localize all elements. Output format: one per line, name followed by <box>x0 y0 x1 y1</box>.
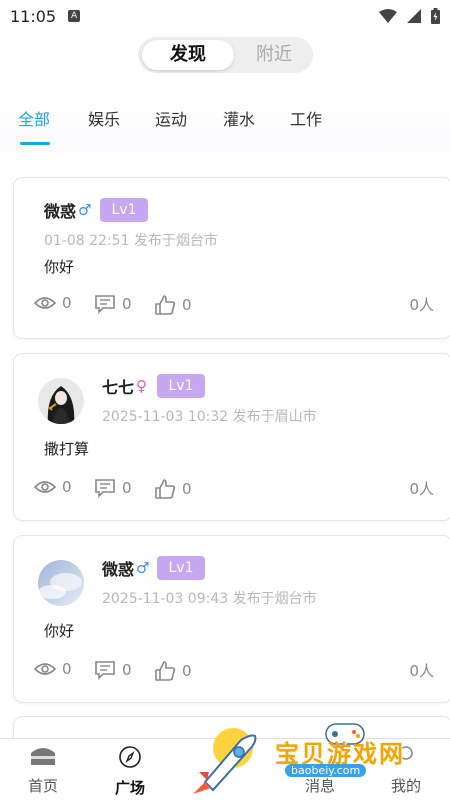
post-stats: 0 0 0 0人 <box>34 478 434 504</box>
views-stat[interactable]: 0 <box>34 478 72 496</box>
eye-icon <box>34 481 56 493</box>
nav-home[interactable]: 首页 <box>13 745 73 796</box>
post-content: 撒打算 <box>44 440 90 458</box>
comment-icon <box>95 295 115 314</box>
thumbs-up-icon <box>155 479 176 499</box>
post-meta: 2025-11-03 09:43 发布于烟台市 <box>102 591 317 607</box>
watermark-url: baobeiy.com <box>285 764 367 777</box>
author-name: 微惑 <box>44 202 77 221</box>
tab-work[interactable]: 工作 <box>290 106 322 130</box>
comments-stat[interactable]: 0 <box>94 660 132 680</box>
tab-sports[interactable]: 运动 <box>155 106 187 130</box>
views-count: 0 <box>62 660 72 678</box>
level-badge: Lv1 <box>157 556 205 580</box>
comments-stat[interactable]: 0 <box>94 294 132 314</box>
nav-square[interactable]: 广场 <box>100 745 160 798</box>
level-badge: Lv1 <box>157 374 205 398</box>
nav-home-label: 首页 <box>27 777 58 795</box>
author-name: 微惑 <box>102 560 135 579</box>
battery-icon <box>431 8 440 24</box>
home-icon <box>31 748 55 765</box>
likes-stat[interactable]: 0 <box>154 660 192 682</box>
status-time: 11:05 <box>10 6 57 26</box>
post-author[interactable]: 微惑 ♂ <box>102 556 149 580</box>
comment-icon <box>95 479 115 498</box>
notification-icon: A <box>68 10 81 22</box>
site-watermark: 宝贝游戏网 baobeiy.com <box>185 722 445 800</box>
views-count: 0 <box>62 478 72 496</box>
comment-icon <box>95 661 115 680</box>
tab-chitchat[interactable]: 灌水 <box>223 106 255 130</box>
thumbs-up-icon <box>155 295 176 315</box>
post-card[interactable]: 微惑 ♂ Lv1 01-08 22:51 发布于烟台市 你好 0 0 0 0人 <box>13 177 450 339</box>
gender-male-icon: ♂ <box>136 559 150 577</box>
views-stat[interactable]: 0 <box>34 294 72 312</box>
likes-count: 0 <box>182 296 192 314</box>
wifi-icon <box>379 9 397 23</box>
post-card[interactable]: 微惑 ♂ Lv1 2025-11-03 09:43 发布于烟台市 你好 0 0 … <box>13 535 450 703</box>
views-stat[interactable]: 0 <box>34 660 72 678</box>
post-author[interactable]: 微惑 ♂ <box>44 198 91 222</box>
tab-all[interactable]: 全部 <box>18 106 50 130</box>
eye-icon <box>34 297 56 309</box>
post-meta: 01-08 22:51 发布于烟台市 <box>44 233 218 249</box>
discover-nearby-toggle: 发现 附近 <box>138 37 313 73</box>
post-meta: 2025-11-03 10:32 发布于眉山市 <box>102 409 317 425</box>
category-tabs: 全部 娱乐 运动 灌水 工作 <box>0 92 450 152</box>
post-content: 你好 <box>44 622 75 640</box>
eye-icon <box>34 663 56 675</box>
gender-female-icon: ♀ <box>136 377 148 395</box>
active-tab-indicator <box>20 142 50 145</box>
level-badge: Lv1 <box>100 198 148 222</box>
segment-nearby[interactable]: 附近 <box>238 40 310 70</box>
participants-count: 0人 <box>409 662 434 680</box>
participants-count: 0人 <box>409 480 434 498</box>
post-stats: 0 0 0 0人 <box>34 660 434 686</box>
segment-discover[interactable]: 发现 <box>142 40 234 70</box>
tab-entertainment[interactable]: 娱乐 <box>88 106 120 130</box>
likes-count: 0 <box>182 662 192 680</box>
likes-count: 0 <box>182 480 192 498</box>
participants-count: 0人 <box>409 296 434 314</box>
likes-stat[interactable]: 0 <box>154 294 192 316</box>
post-card[interactable]: 七七 ♀ Lv1 2025-11-03 10:32 发布于眉山市 撒打算 0 0… <box>13 353 450 521</box>
views-count: 0 <box>62 294 72 312</box>
comments-count: 0 <box>122 295 132 313</box>
comments-count: 0 <box>122 479 132 497</box>
post-author[interactable]: 七七 ♀ <box>102 374 147 398</box>
comments-count: 0 <box>122 661 132 679</box>
post-stats: 0 0 0 0人 <box>34 294 434 320</box>
signal-icon <box>407 9 421 23</box>
likes-stat[interactable]: 0 <box>154 478 192 500</box>
author-name: 七七 <box>102 378 135 397</box>
comments-stat[interactable]: 0 <box>94 478 132 498</box>
avatar[interactable] <box>38 560 84 606</box>
status-icons <box>379 8 440 24</box>
post-content: 你好 <box>44 258 75 276</box>
nav-square-label: 广场 <box>114 779 145 797</box>
thumbs-up-icon <box>155 661 176 681</box>
avatar[interactable] <box>38 378 84 424</box>
compass-icon <box>119 746 141 768</box>
status-bar: 11:05 A <box>0 0 450 32</box>
gender-male-icon: ♂ <box>78 201 92 219</box>
rocket-icon <box>193 728 257 794</box>
